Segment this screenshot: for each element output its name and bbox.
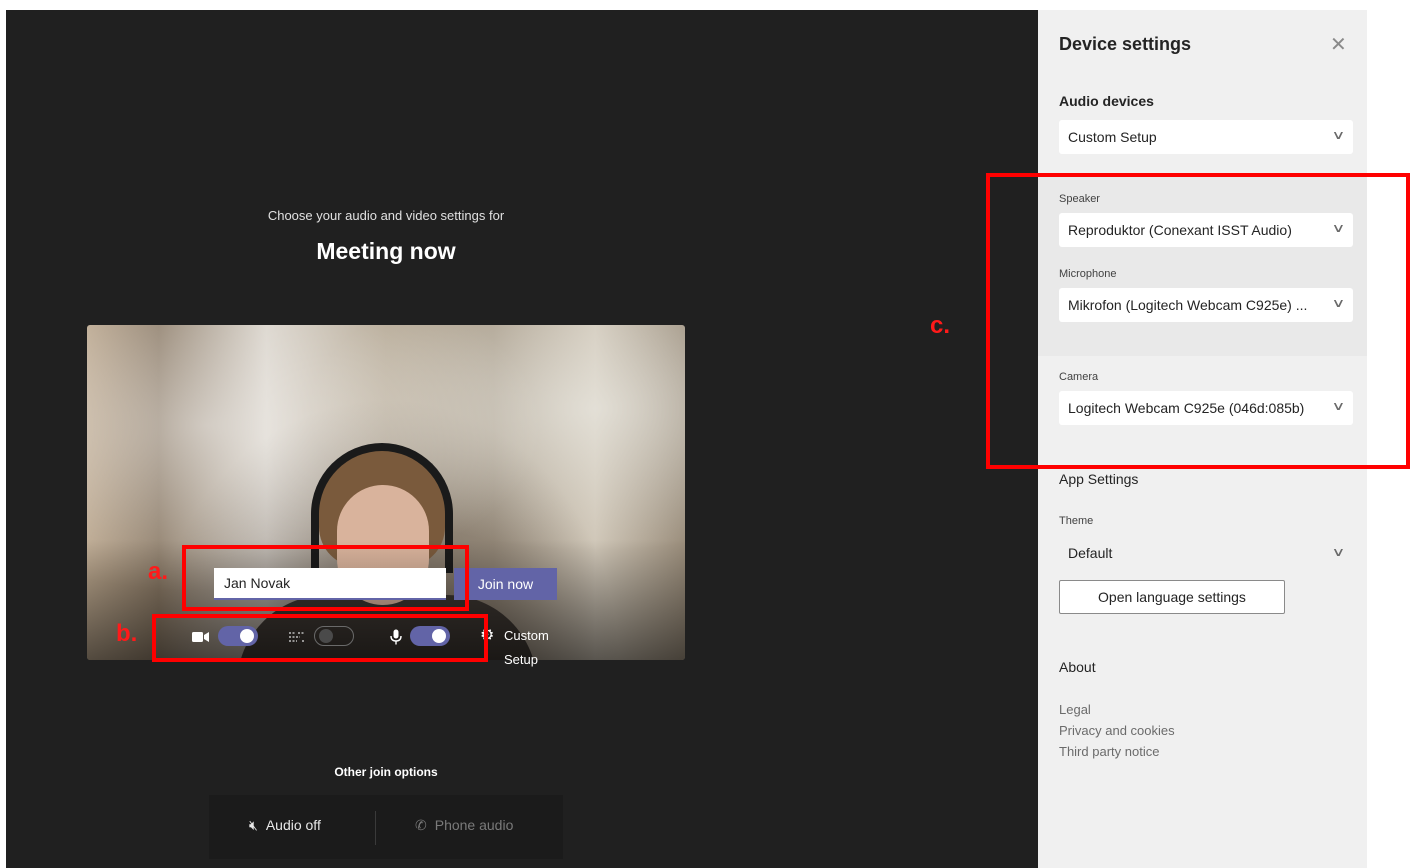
annotation-label-b: b. — [116, 620, 138, 647]
phone-icon: ✆ — [415, 817, 427, 833]
open-language-settings-button[interactable]: Open language settings — [1059, 580, 1285, 614]
chevron-down-icon: ∨ — [1331, 545, 1346, 559]
join-options-bar: 🔇︎ Audio off ✆ Phone audio — [209, 795, 563, 859]
privacy-link[interactable]: Privacy and cookies — [1059, 723, 1175, 738]
phone-audio-label: Phone audio — [434, 817, 514, 833]
theme-value: Default — [1068, 545, 1113, 561]
options-divider — [375, 811, 376, 845]
meeting-prejoin-area: Choose your audio and video settings for… — [6, 10, 1038, 868]
annotation-box-b — [152, 614, 488, 662]
about-heading: About — [1059, 659, 1096, 675]
annotation-label-a: a. — [148, 558, 169, 585]
annotation-label-c: c. — [930, 312, 951, 339]
audio-devices-select[interactable]: Custom Setup ∨ — [1059, 120, 1353, 154]
other-join-options-label: Other join options — [334, 765, 438, 779]
app-settings-heading: App Settings — [1059, 471, 1139, 487]
audio-off-label: Audio off — [265, 817, 321, 833]
annotation-box-a — [182, 545, 469, 611]
audio-off-button[interactable]: 🔇︎ Audio off — [249, 817, 321, 834]
custom-setup-button[interactable]: Custom Setup — [504, 624, 549, 672]
legal-link[interactable]: Legal — [1059, 702, 1091, 717]
meeting-title: Meeting now — [316, 238, 456, 264]
chevron-down-icon: ∨ — [1331, 128, 1346, 142]
device-settings-title: Device settings — [1059, 34, 1192, 54]
third-party-notice-link[interactable]: Third party notice — [1059, 744, 1159, 759]
theme-label: Theme — [1059, 515, 1094, 527]
prejoin-subtitle: Choose your audio and video settings for — [267, 208, 505, 223]
annotation-box-c — [986, 173, 1410, 469]
phone-audio-button[interactable]: ✆ Phone audio — [415, 817, 513, 834]
audio-devices-value: Custom Setup — [1068, 129, 1157, 145]
audio-devices-heading: Audio devices — [1059, 93, 1154, 109]
join-now-button[interactable]: Join now — [454, 568, 557, 600]
speaker-muted-icon: 🔇︎ — [249, 817, 258, 833]
theme-select[interactable]: Default ∨ — [1059, 540, 1353, 568]
close-icon[interactable]: ✕ — [1330, 32, 1347, 57]
